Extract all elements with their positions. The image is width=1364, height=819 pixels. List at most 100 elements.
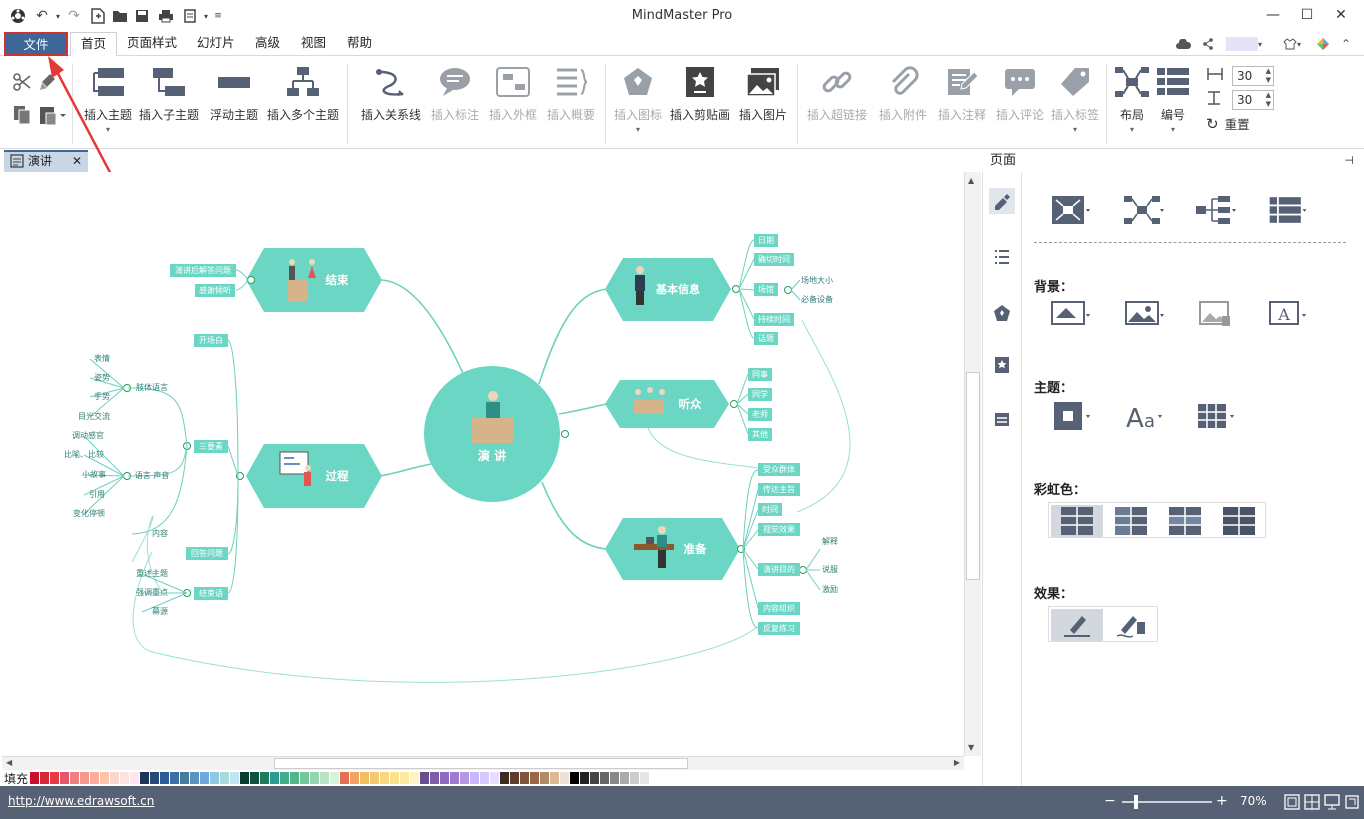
scroll-right-icon[interactable]: ▶: [954, 758, 960, 767]
app-logo-icon[interactable]: [8, 6, 28, 26]
color-swatch[interactable]: [230, 772, 240, 784]
user-avatar[interactable]: ▾: [1224, 36, 1264, 52]
document-tab[interactable]: 演讲 ✕: [4, 150, 88, 172]
scroll-left-icon[interactable]: ◀: [6, 758, 12, 767]
scroll-up-icon[interactable]: ▲: [968, 176, 974, 185]
horizontal-scroll-thumb[interactable]: [274, 758, 688, 769]
insert-relationship-button[interactable]: 插入关系线: [356, 64, 426, 144]
rainbow-option-1[interactable]: [1051, 505, 1103, 537]
insert-boundary-button[interactable]: 插入外框: [486, 64, 540, 144]
color-swatch[interactable]: [180, 772, 190, 784]
color-swatch[interactable]: [510, 772, 520, 784]
color-swatch[interactable]: [210, 772, 220, 784]
color-swatch[interactable]: [310, 772, 320, 784]
rainbow-option-2[interactable]: [1105, 505, 1157, 537]
zoom-in-button[interactable]: +: [1216, 793, 1228, 809]
font-icon[interactable]: Aa: [1122, 400, 1166, 432]
color-swatch[interactable]: [430, 772, 440, 784]
color-swatch[interactable]: [270, 772, 280, 784]
theme-color-icon[interactable]: [1194, 400, 1238, 432]
fit-page-icon[interactable]: [1284, 794, 1300, 813]
color-swatch[interactable]: [540, 772, 550, 784]
website-link[interactable]: http://www.edrawsoft.cn: [8, 794, 154, 808]
collapse-ribbon-icon[interactable]: ⌃: [1338, 36, 1354, 52]
color-swatch[interactable]: [360, 772, 370, 784]
color-swatch[interactable]: [440, 772, 450, 784]
color-swatch[interactable]: [580, 772, 590, 784]
insert-summary-button[interactable]: 插入概要: [544, 64, 598, 144]
color-swatch[interactable]: [220, 772, 230, 784]
spin-arrows-icon[interactable]: ▲ ▼: [1266, 91, 1271, 109]
numbering-button[interactable]: 编号 ▾: [1154, 64, 1192, 144]
color-swatch[interactable]: [330, 772, 340, 784]
outline-icon[interactable]: [989, 244, 1015, 270]
tab-view[interactable]: 视图: [291, 32, 336, 56]
apps-icon[interactable]: [1314, 36, 1332, 52]
color-swatch[interactable]: [260, 772, 270, 784]
insert-tag-button[interactable]: 插入标签 ▾: [1048, 64, 1102, 144]
effect-hand-drawn-icon[interactable]: [1105, 609, 1157, 641]
color-swatch[interactable]: [130, 772, 140, 784]
color-swatch[interactable]: [560, 772, 570, 784]
color-swatch[interactable]: [420, 772, 430, 784]
color-swatch[interactable]: [250, 772, 260, 784]
color-swatch[interactable]: [50, 772, 60, 784]
customize-toolbar-icon[interactable]: ≡: [208, 6, 228, 26]
color-swatch[interactable]: [620, 772, 630, 784]
close-tab-icon[interactable]: ✕: [72, 152, 82, 170]
redo-icon[interactable]: ↷: [64, 6, 84, 26]
reset-button[interactable]: ↻ 重置: [1206, 114, 1250, 133]
zoom-out-button[interactable]: −: [1104, 793, 1116, 809]
color-swatch[interactable]: [340, 772, 350, 784]
insert-subtopic-button[interactable]: 插入子主题: [138, 64, 200, 144]
background-fill-icon[interactable]: [1048, 298, 1092, 330]
remove-background-icon[interactable]: [1194, 298, 1238, 330]
save-icon[interactable]: [132, 6, 152, 26]
color-swatch[interactable]: [320, 772, 330, 784]
new-file-icon[interactable]: [88, 6, 108, 26]
page-style-icon[interactable]: [989, 188, 1015, 214]
color-swatch[interactable]: [160, 772, 170, 784]
zoom-slider[interactable]: [1122, 795, 1212, 809]
insert-hyperlink-button[interactable]: 插入超链接: [804, 64, 870, 144]
color-swatch[interactable]: [70, 772, 80, 784]
close-button[interactable]: ✕: [1324, 4, 1358, 26]
insert-callout-button[interactable]: 插入标注: [428, 64, 482, 144]
task-icon[interactable]: [989, 406, 1015, 432]
color-swatch[interactable]: [610, 772, 620, 784]
vertical-scroll-thumb[interactable]: [966, 372, 980, 580]
insert-multiple-topics-button[interactable]: 插入多个主题: [265, 64, 341, 144]
color-swatch[interactable]: [640, 772, 650, 784]
presentation-icon[interactable]: [1324, 794, 1340, 813]
cut-icon[interactable]: [12, 72, 32, 95]
color-swatch[interactable]: [500, 772, 510, 784]
icons-library-icon[interactable]: [989, 300, 1015, 326]
effect-none-icon[interactable]: [1051, 609, 1103, 641]
color-swatch[interactable]: [490, 772, 500, 784]
color-swatch[interactable]: [110, 772, 120, 784]
color-swatch[interactable]: [30, 772, 40, 784]
print-icon[interactable]: [156, 6, 176, 26]
copy-icon[interactable]: [12, 104, 32, 129]
color-swatch[interactable]: [80, 772, 90, 784]
background-image-icon[interactable]: [1122, 298, 1166, 330]
insert-note-button[interactable]: 插入注释: [934, 64, 990, 144]
floating-topic-button[interactable]: 浮动主题: [205, 64, 263, 144]
color-swatch[interactable]: [380, 772, 390, 784]
open-folder-icon[interactable]: [110, 6, 130, 26]
color-swatch[interactable]: [120, 772, 130, 784]
spin-arrows-icon[interactable]: ▲ ▼: [1266, 67, 1271, 85]
color-swatch[interactable]: [450, 772, 460, 784]
cloud-icon[interactable]: [1174, 36, 1192, 52]
insert-attachment-button[interactable]: 插入附件: [874, 64, 932, 144]
color-swatch[interactable]: [60, 772, 70, 784]
rainbow-option-3[interactable]: [1159, 505, 1211, 537]
fullscreen-icon[interactable]: [1344, 794, 1360, 813]
color-swatch[interactable]: [280, 772, 290, 784]
color-swatch[interactable]: [570, 772, 580, 784]
color-swatch[interactable]: [630, 772, 640, 784]
canvas[interactable]: 演 讲 结束 过程 基本信息 听众 准备 演讲后解答问题 感谢倾听 开场白 三要…: [2, 172, 964, 756]
color-swatch[interactable]: [600, 772, 610, 784]
pin-icon[interactable]: ⊣: [1344, 150, 1354, 172]
color-swatch[interactable]: [170, 772, 180, 784]
